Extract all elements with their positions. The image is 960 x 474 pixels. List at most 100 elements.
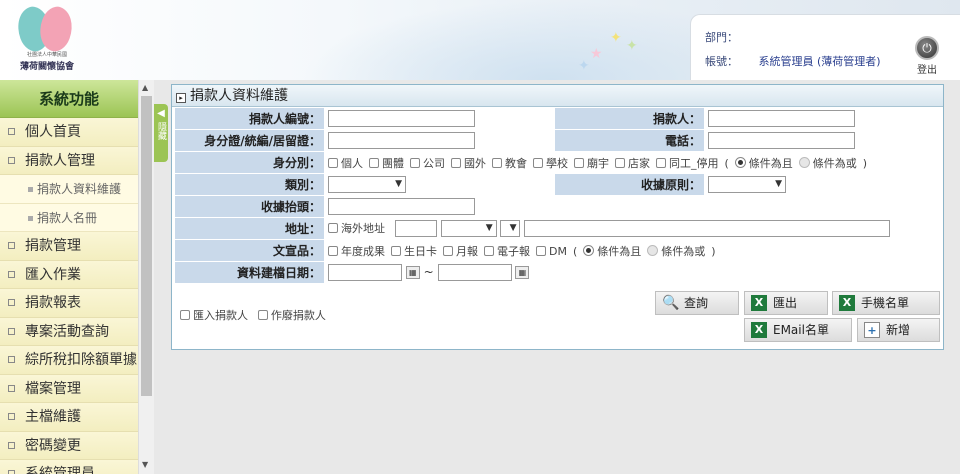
sidebar-item[interactable]: 個人首頁 <box>0 118 138 147</box>
option-checkbox[interactable] <box>533 157 543 168</box>
star-icon: ✦ <box>610 30 622 46</box>
category-select[interactable]: ▼ <box>328 176 406 193</box>
option-checkbox[interactable] <box>451 157 461 168</box>
bullet-icon <box>8 441 15 449</box>
sidebar-subitem[interactable]: 捐款人名冊 <box>0 203 138 232</box>
id-no-input[interactable] <box>328 132 475 149</box>
action-bar: 匯入捐款人 作廢捐款人 🔍 查詢 X 匯出 X 手機名單 X EMail名單 + 新增 <box>174 289 942 345</box>
star-icon: ★ <box>590 46 603 62</box>
cond-and-label: 條件為且 <box>597 244 642 258</box>
cond-or-radio[interactable] <box>647 244 659 256</box>
district-select[interactable]: ▼ <box>500 220 521 237</box>
chevron-down-icon: ▼ <box>395 179 402 189</box>
option-label: 團體 <box>382 156 404 170</box>
scroll-thumb[interactable] <box>141 96 152 396</box>
sidebar-item[interactable]: 密碼變更 <box>0 431 138 460</box>
add-icon: + <box>864 322 880 338</box>
sidebar-item[interactable]: 綜所稅扣除額單據 <box>0 346 138 375</box>
sidebar-item[interactable]: 捐款管理 <box>0 232 138 261</box>
sidebar-item-label: 密碼變更 <box>25 437 81 454</box>
panel-title-bar: ▸ 捐款人資料維護 <box>172 85 943 107</box>
option-label: 生日卡 <box>404 244 437 258</box>
sidebar-menu: 個人首頁捐款人管理捐款人資料維護 捐款人名冊捐款管理匯入作業 捐款報表 專案活動查詢綜… <box>0 118 138 474</box>
sidebar-item[interactable]: 檔案管理 <box>0 374 138 403</box>
date-to-input[interactable] <box>437 264 512 281</box>
option-checkbox[interactable] <box>615 157 625 168</box>
option-checkbox[interactable] <box>484 245 494 256</box>
sidebar-item[interactable]: 匯入作業 <box>0 260 138 289</box>
import-donor-checkbox[interactable] <box>180 310 190 320</box>
option-checkbox[interactable] <box>369 157 379 168</box>
calendar-icon[interactable]: ▦ <box>405 266 420 279</box>
city-select[interactable]: ▼ <box>440 220 497 237</box>
chevron-down-icon: ▼ <box>485 223 493 233</box>
option-checkbox[interactable] <box>443 245 453 256</box>
scroll-down-icon[interactable]: ▼ <box>142 460 148 469</box>
sidebar-item[interactable]: 專案活動查詢 <box>0 317 138 346</box>
bullet-icon <box>8 413 15 420</box>
bullet-icon <box>8 270 15 278</box>
cond-and-radio[interactable] <box>734 156 746 168</box>
receipt-title-label: 收據抬頭： <box>174 195 325 218</box>
donor-input[interactable] <box>708 110 855 127</box>
date-from-input[interactable] <box>328 264 402 281</box>
cond-or-radio[interactable] <box>798 156 810 168</box>
header-decoration <box>300 0 720 80</box>
donor-label: 捐款人： <box>554 107 705 130</box>
email-list-button[interactable]: X EMail名單 <box>744 318 852 342</box>
sidebar-item[interactable]: 系統管理員 <box>0 460 138 474</box>
cond-and-radio[interactable] <box>583 244 595 256</box>
account-label: 帳號： <box>705 55 738 68</box>
option-label: 月報 <box>456 244 478 258</box>
account-row: 帳號： 系統管理員 (薄荷管理者) <box>705 53 881 69</box>
query-button[interactable]: 🔍 查詢 <box>655 291 739 315</box>
option-checkbox[interactable] <box>536 245 546 256</box>
sidebar-item-label: 捐款人管理 <box>25 152 95 169</box>
option-label: 教會 <box>505 156 527 170</box>
sidebar-item[interactable]: 主檔維護 <box>0 403 138 432</box>
overseas-checkbox[interactable] <box>328 223 338 233</box>
id-no-label: 身分證/統編/居留證： <box>174 129 325 152</box>
receipt-rule-select[interactable]: ▼ <box>708 176 786 193</box>
excel-icon: X <box>839 295 855 311</box>
calendar-icon[interactable]: ▦ <box>515 266 530 279</box>
sidebar-item[interactable]: 捐款人管理 <box>0 146 138 175</box>
bullet-icon <box>8 356 15 363</box>
address-input[interactable] <box>524 220 891 237</box>
panel-title: 捐款人資料維護 <box>190 88 288 104</box>
bullet-icon <box>28 187 33 192</box>
receipt-title-input[interactable] <box>328 198 475 215</box>
logout-button[interactable]: ⏻ 登出 <box>912 36 942 76</box>
phone-input[interactable] <box>708 132 855 149</box>
sidebar-item[interactable]: 捐款報表 <box>0 289 138 318</box>
donor-no-input[interactable] <box>328 110 475 127</box>
bullet-icon <box>8 384 15 392</box>
sidebar-item-label: 個人首頁 <box>25 124 81 140</box>
sidebar-item-label: 捐款管理 <box>25 238 81 254</box>
scroll-up-icon[interactable]: ▲ <box>142 83 148 92</box>
option-label: 廟宇 <box>587 156 609 170</box>
export-button[interactable]: X 匯出 <box>744 291 828 315</box>
bullet-icon <box>8 128 15 135</box>
option-checkbox[interactable] <box>656 157 666 168</box>
mobile-list-button[interactable]: X 手機名單 <box>832 291 940 315</box>
option-checkbox[interactable] <box>328 245 338 256</box>
void-donor-checkbox[interactable] <box>257 310 268 320</box>
paren-open: ( <box>572 244 578 258</box>
void-donor-label: 作廢捐款人 <box>270 309 326 322</box>
option-label: 學校 <box>546 156 568 170</box>
sidebar-scrollbar[interactable]: ▲ ▼ <box>138 80 154 474</box>
option-label: 公司 <box>423 156 445 170</box>
action-options: 匯入捐款人 作廢捐款人 <box>180 307 332 323</box>
zipcode-input[interactable] <box>394 220 437 237</box>
option-checkbox[interactable] <box>410 157 420 168</box>
option-checkbox[interactable] <box>574 157 584 168</box>
option-checkbox[interactable] <box>391 245 401 256</box>
sidebar-subitem[interactable]: 捐款人資料維護 <box>0 175 138 204</box>
add-button[interactable]: + 新增 <box>857 318 940 342</box>
identity-label: 身分別： <box>174 151 325 174</box>
header: ★ ✦ ✦ ✦ 社團法人中華民國 薄荷關懷協會 部門： 帳號： 系統管理員 (薄… <box>0 0 960 80</box>
option-checkbox[interactable] <box>328 157 338 168</box>
option-checkbox[interactable] <box>492 157 502 168</box>
sidebar-collapse-tab[interactable]: ◀ 隱藏 <box>154 104 168 162</box>
